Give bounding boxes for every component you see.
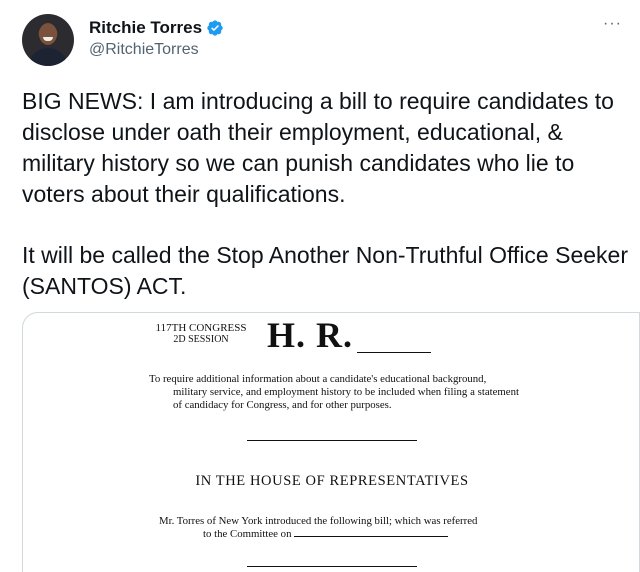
- divider-rule: [247, 440, 417, 441]
- tweet-paragraph-1: BIG NEWS: I am introducing a bill to req…: [22, 88, 614, 207]
- tweet-text: BIG NEWS: I am introducing a bill to req…: [22, 86, 640, 302]
- name-row: Ritchie Torres: [89, 18, 224, 38]
- avatar-shoulders: [28, 48, 68, 66]
- session-label: 2d Session: [173, 334, 229, 345]
- congress-number: 117th Congress: [141, 321, 261, 334]
- verified-badge-icon: [207, 20, 223, 36]
- bill-introduction: Mr. Torres of New York introduced the fo…: [159, 515, 539, 541]
- congress-label: 117th Congress: [155, 322, 247, 334]
- intro-line-2-wrap: to the Committee on: [159, 528, 539, 541]
- author-display-name[interactable]: Ritchie Torres: [89, 18, 202, 38]
- avatar[interactable]: [22, 14, 74, 66]
- house-heading-text: IN THE HOUSE OF REPRESENTATIVES: [195, 473, 469, 489]
- committee-blank: [294, 528, 449, 537]
- bottom-rule: [247, 566, 417, 567]
- purpose-line-1: To require additional information about …: [149, 373, 487, 385]
- bill-title: H. R.: [267, 315, 353, 355]
- bill-document: 117th Congress 2d Session H. R. To requi…: [23, 313, 639, 572]
- more-icon[interactable]: ···: [603, 16, 622, 32]
- tweet-header: Ritchie Torres @RitchieTorres ···: [22, 14, 622, 70]
- intro-line-1: Mr. Torres of New York introduced the fo…: [159, 515, 478, 527]
- purpose-line-2: military service, and employment history…: [173, 386, 519, 411]
- bill-number-blank: [357, 352, 431, 353]
- avatar-face: [39, 23, 57, 45]
- intro-line-2: to the Committee on: [203, 528, 292, 540]
- attached-image[interactable]: 117th Congress 2d Session H. R. To requi…: [22, 312, 640, 572]
- house-heading: IN THE HOUSE OF REPRESENTATIVES: [23, 473, 639, 490]
- author-handle[interactable]: @RitchieTorres: [89, 41, 199, 59]
- tweet-paragraph-2: It will be called the Stop Another Non-T…: [22, 242, 628, 299]
- bill-purpose: To require additional information about …: [149, 373, 519, 412]
